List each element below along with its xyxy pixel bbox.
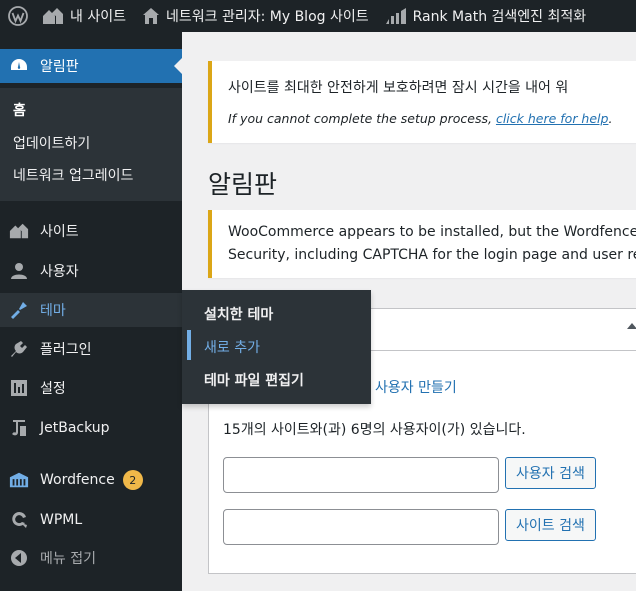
wordfence-woocommerce-notice: WooCommerce appears to be installed, but… <box>208 210 636 278</box>
sidebar-item-wordfence-label: Wordfence <box>40 472 115 488</box>
sidebar-item-plugins-label: 플러그인 <box>40 342 92 358</box>
flyout-add-new[interactable]: 새로 추가 <box>204 337 260 357</box>
sidebar-item-jetbackup[interactable]: JetBackup <box>0 411 182 445</box>
sidebar-item-sites[interactable]: 사이트 <box>0 214 182 248</box>
search-sites-button[interactable]: 사이트 검색 <box>505 509 596 541</box>
sidebar-item-plugins[interactable]: 플러그인 <box>0 332 182 366</box>
flyout-arrow <box>174 302 182 318</box>
sites-icon <box>9 221 29 241</box>
flyout-installed-themes[interactable]: 설치한 테마 <box>204 304 273 324</box>
flyout-focus-indicator <box>187 330 191 360</box>
search-users-input[interactable] <box>223 457 499 493</box>
submenu-home[interactable]: 홈 <box>13 100 26 120</box>
sidebar-item-sites-label: 사이트 <box>40 224 79 240</box>
wordfence-icon <box>9 470 29 490</box>
sidebar-item-themes-label: 테마 <box>40 303 66 319</box>
sidebar-item-wordfence[interactable]: Wordfence 2 <box>0 463 182 497</box>
plugins-icon <box>9 339 29 359</box>
sidebar-item-settings-label: 설정 <box>40 381 66 397</box>
wordpress-icon <box>8 6 28 26</box>
my-sites-label: 내 사이트 <box>70 9 126 25</box>
search-sites-input[interactable] <box>223 509 499 545</box>
rank-math-icon <box>385 8 406 24</box>
search-users-button[interactable]: 사용자 검색 <box>505 457 596 489</box>
security-setup-notice: 사이트를 최대한 안전하게 보호하려면 잠시 시간을 내어 워 If you c… <box>208 61 636 143</box>
sidebar-item-themes[interactable]: 테마 <box>0 293 182 327</box>
sidebar-item-users-label: 사용자 <box>40 264 79 280</box>
network-admin-menu[interactable]: 네트워크 관리자: My Blog 사이트 <box>134 0 377 32</box>
wpml-icon <box>9 510 29 530</box>
wordpress-logo-menu[interactable] <box>0 0 34 32</box>
collapse-menu-button[interactable]: 메뉴 접기 <box>0 541 182 575</box>
sidebar-item-jetbackup-label: JetBackup <box>40 420 110 436</box>
setup-help-prefix: If you cannot complete the setup process… <box>228 111 496 126</box>
network-admin-label: 네트워크 관리자: My Blog 사이트 <box>165 9 369 25</box>
sidebar-item-dashboard[interactable]: 알림판 <box>0 49 182 83</box>
wordfence-notice-line2: Security, including CAPTCHA for the logi… <box>228 247 636 263</box>
setup-help-link[interactable]: click here for help <box>496 111 609 126</box>
admin-bar: 내 사이트 네트워크 관리자: My Blog 사이트 Rank Math 검색… <box>0 0 636 32</box>
setup-help-text: If you cannot complete the setup process… <box>228 111 612 126</box>
active-menu-arrow <box>174 58 182 74</box>
users-icon <box>9 261 29 281</box>
dashboard-icon <box>9 56 29 76</box>
submenu-network-upgrade[interactable]: 네트워크 업그레이드 <box>13 165 133 185</box>
submenu-updates[interactable]: 업데이트하기 <box>13 133 90 153</box>
rank-math-label: Rank Math 검색엔진 최적화 <box>412 9 587 25</box>
wordfence-notification-badge: 2 <box>122 470 143 490</box>
sidebar-item-settings[interactable]: 설정 <box>0 371 182 405</box>
create-user-link[interactable]: 사용자 만들기 <box>375 377 457 397</box>
wordfence-notice-line1: WooCommerce appears to be installed, but… <box>228 224 636 240</box>
my-sites-icon <box>43 8 63 24</box>
widget-toggle-icon[interactable] <box>627 323 636 329</box>
admin-sidebar: 알림판 홈 업데이트하기 네트워크 업그레이드 사이트 사용자 테마 플러그인 … <box>0 32 182 591</box>
settings-icon <box>9 378 29 398</box>
sidebar-item-wpml[interactable]: WPML <box>0 503 182 537</box>
jetbackup-icon <box>9 418 29 438</box>
dashboard-submenu: 홈 업데이트하기 네트워크 업그레이드 <box>0 88 182 201</box>
collapse-icon <box>9 548 29 568</box>
setup-help-suffix: . <box>608 111 613 126</box>
page-title: 알림판 <box>208 170 278 199</box>
sidebar-item-dashboard-label: 알림판 <box>40 59 79 75</box>
my-sites-menu[interactable]: 내 사이트 <box>34 0 134 32</box>
sidebar-item-users[interactable]: 사용자 <box>0 254 182 288</box>
themes-flyout-submenu: 설치한 테마 새로 추가 테마 파일 편집기 <box>182 290 371 404</box>
collapse-menu-label: 메뉴 접기 <box>40 551 96 567</box>
home-icon <box>142 8 159 24</box>
sidebar-item-wpml-label: WPML <box>40 512 83 528</box>
flyout-theme-file-editor[interactable]: 테마 파일 편집기 <box>204 370 304 390</box>
appearance-icon <box>9 300 29 320</box>
rank-math-menu[interactable]: Rank Math 검색엔진 최적화 <box>377 0 595 32</box>
security-notice-text: 사이트를 최대한 안전하게 보호하려면 잠시 시간을 내어 워 <box>228 80 569 96</box>
network-stats-text: 15개의 사이트와(과) 6명의 사용자이(가) 있습니다. <box>223 422 526 438</box>
